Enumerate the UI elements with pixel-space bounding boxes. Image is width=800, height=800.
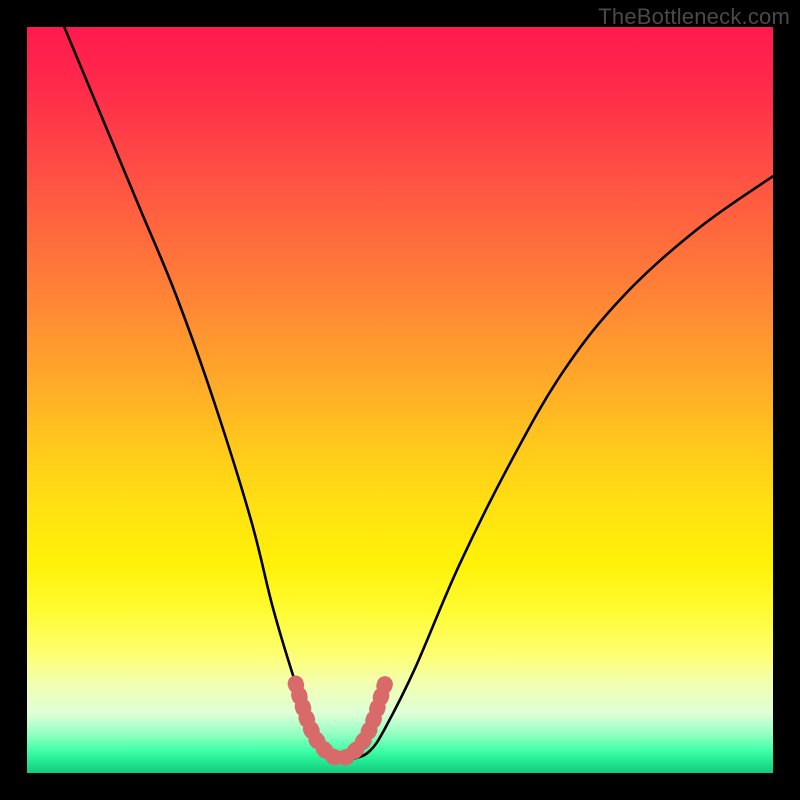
chart-frame	[27, 27, 773, 773]
bottleneck-chart	[27, 27, 773, 773]
bottleneck-curve-line	[64, 27, 773, 759]
watermark-text: TheBottleneck.com	[598, 4, 790, 30]
optimal-zone-highlight	[296, 684, 386, 759]
